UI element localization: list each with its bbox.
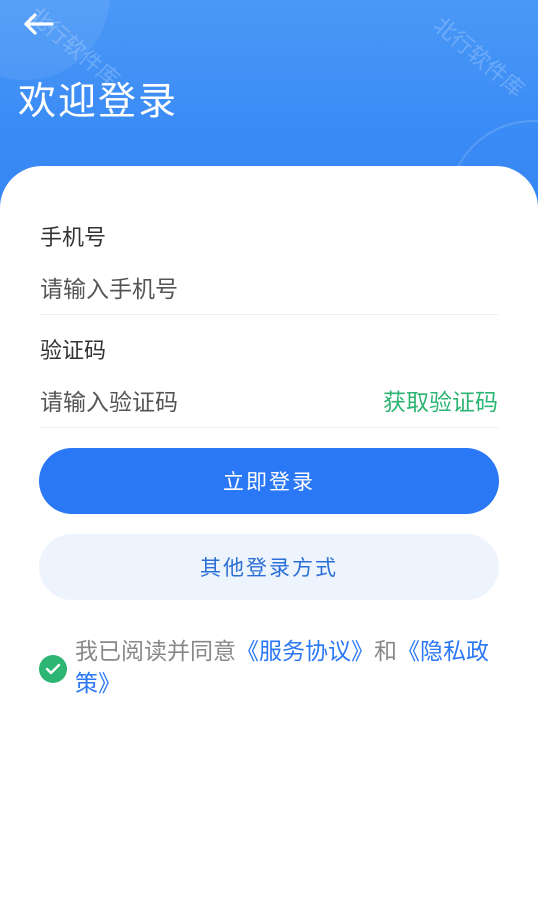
divider <box>40 314 498 315</box>
agreement-text: 我已阅读并同意《服务协议》和《隐私政策》 <box>75 636 500 700</box>
agreement-prefix: 我已阅读并同意 <box>75 639 236 665</box>
back-arrow-icon <box>24 13 54 35</box>
login-button[interactable]: 立即登录 <box>39 448 499 514</box>
agreement-checkbox[interactable] <box>39 655 67 683</box>
check-icon <box>45 663 61 675</box>
phone-label: 手机号 <box>40 226 107 251</box>
get-code-button[interactable]: 获取验证码 <box>383 378 498 428</box>
agreement-conjunction: 和 <box>374 639 397 665</box>
back-button[interactable] <box>18 8 58 40</box>
page-title: 欢迎登录 <box>18 79 179 123</box>
divider <box>40 427 498 428</box>
phone-input[interactable] <box>40 265 498 315</box>
code-input[interactable] <box>40 378 370 428</box>
other-login-button[interactable]: 其他登录方式 <box>39 534 499 600</box>
service-agreement-link[interactable]: 《服务协议》 <box>236 639 374 665</box>
code-label: 验证码 <box>40 339 107 364</box>
watermark: 北行软件库 <box>428 12 529 103</box>
agreement: 我已阅读并同意《服务协议》和《隐私政策》 <box>39 636 509 700</box>
